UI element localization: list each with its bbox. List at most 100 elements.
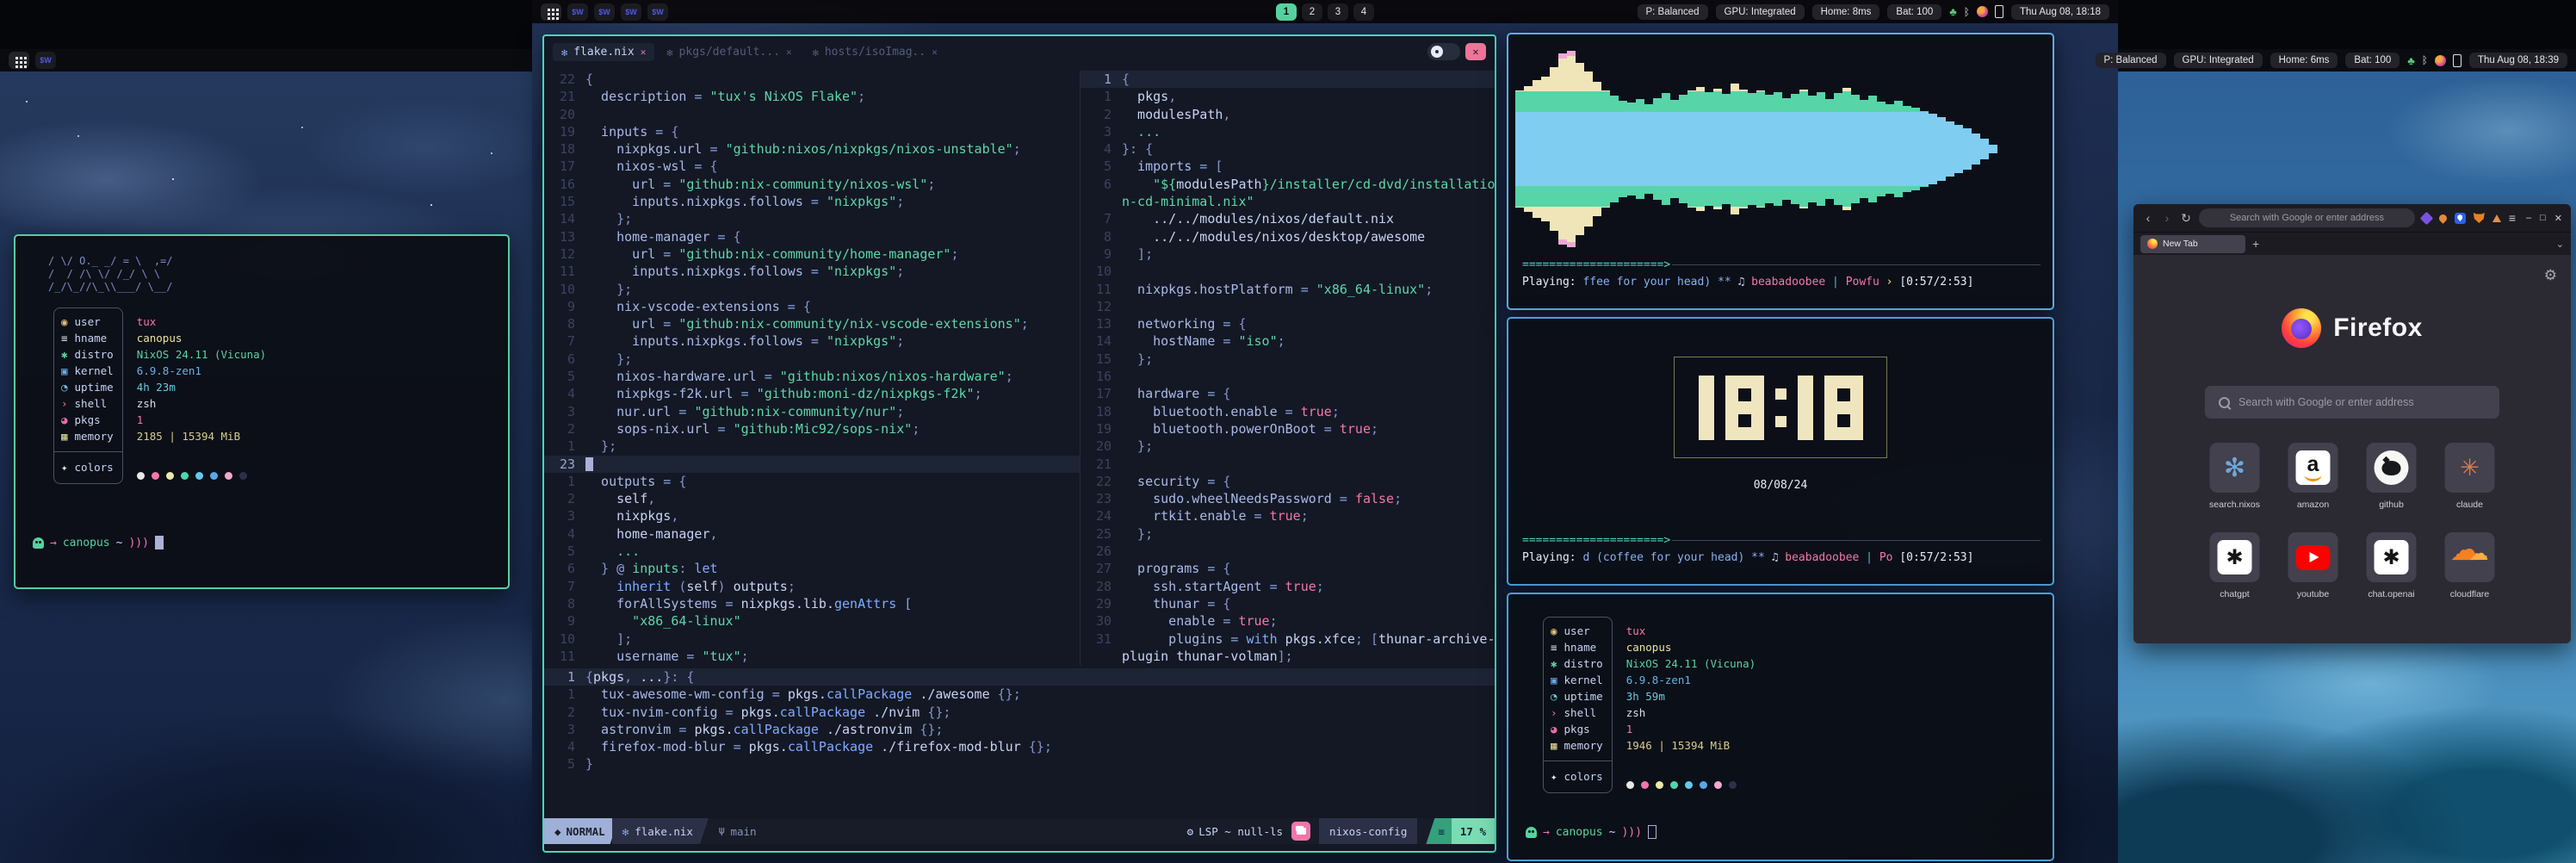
open-window-icon[interactable]: $W [594, 3, 615, 21]
buffer-pkgs-default[interactable]: 1{pkgs, ...}: {1 tux-awesome-wm-config =… [544, 668, 1495, 773]
gear-icon[interactable]: ⚙ [2544, 267, 2557, 284]
visualizer-bar [1937, 117, 1946, 180]
visualizer-bar [1860, 100, 1868, 198]
shell-prompt[interactable]: → canopus ~ ))) [1526, 825, 1656, 839]
speed-dial-chat-openai[interactable]: chat.openai [2365, 532, 2418, 599]
extension-icon-purple[interactable] [2420, 211, 2434, 225]
new-tab-button[interactable]: + [2252, 237, 2259, 251]
code-line: 20 }; [1081, 438, 1495, 455]
fetch-label: pkgs [1564, 721, 1590, 737]
bitwarden-icon[interactable] [2455, 213, 2466, 224]
system-tray[interactable]: ♣ ᛒ [1949, 5, 2003, 18]
visualizer-bar [1601, 90, 1610, 208]
terminal-window-fetch-left[interactable]: / \/ O._ _/ = \ ,=// / /\ \/ /_/ \ \/_/\… [14, 234, 510, 589]
tab-close-icon[interactable]: ✕ [932, 47, 938, 58]
code-line: 5 ... [544, 543, 1080, 560]
list-tabs-button[interactable]: ⌄ [2556, 239, 2564, 250]
now-playing: Playing: ffee for your head) ** ♫ beabad… [1522, 276, 2040, 289]
fetch-value-pkgs: 1 [137, 412, 267, 428]
tab-new-tab[interactable]: New Tab [2140, 235, 2245, 253]
code-line: 12 [1081, 298, 1495, 315]
forward-button[interactable]: › [2161, 211, 2173, 225]
fetch-value-kernel: 6.9.8-zen1 [137, 363, 267, 379]
speed-dial-amazon[interactable]: amazon [2287, 443, 2340, 510]
code-line: 7 ../../modules/nixos/default.nix [1081, 210, 1495, 227]
open-window-icon[interactable]: $W [621, 3, 641, 21]
speed-dial-search-nixos[interactable]: search.nixos [2208, 443, 2262, 510]
speed-dial-github[interactable]: github [2365, 443, 2418, 510]
launcher-button[interactable] [541, 3, 561, 21]
code-line: 17 nixos-wsl = { [544, 158, 1080, 175]
terminal-window-fetch-right[interactable]: ◉user≡hname✱distro▣kernel◔uptime›shell◕p… [1507, 593, 2054, 861]
window-close-button[interactable]: ✕ [1465, 43, 1486, 60]
fetch-label-row: ›shell [1551, 705, 1603, 721]
open-window-icon[interactable]: $W [35, 52, 56, 69]
editor-tab-pkgs-default-[interactable]: ✻pkgs/default...✕ [658, 43, 800, 61]
minimize-button[interactable]: – [2526, 213, 2531, 223]
launcher-button[interactable] [9, 52, 29, 69]
reload-button[interactable]: ↻ [2180, 211, 2192, 226]
ghost-icon [1526, 827, 1537, 838]
buffer-flake-nix[interactable]: 22{21 description = "tux's NixOS Flake";… [544, 71, 1080, 666]
color-dot [1700, 781, 1707, 789]
url-bar[interactable]: Search with Google or enter address [2199, 208, 2415, 227]
workspace-button-3[interactable]: 3 [1328, 3, 1348, 21]
code-line: 13 home-manager = { [544, 228, 1080, 245]
vim-icon: ◆ [554, 825, 561, 838]
color-dot [225, 472, 232, 480]
visualizer-bar [1610, 96, 1619, 202]
visualizer-bar [1946, 121, 1954, 177]
open-window-icon[interactable]: $W [567, 3, 588, 21]
menu-button[interactable]: ≡ [2509, 211, 2516, 225]
maximize-button[interactable]: □ [2540, 213, 2546, 223]
speed-dial-claude[interactable]: claude [2443, 443, 2497, 510]
color-dot [195, 472, 203, 480]
workspace-button-4[interactable]: 4 [1353, 3, 1374, 21]
buffer-iso-image[interactable]: 1{1 pkgs,2 modulesPath,3 ...4}: {5 impor… [1081, 71, 1495, 666]
back-button[interactable]: ‹ [2142, 211, 2154, 225]
firefox-logo [2282, 308, 2321, 348]
clock-pill: Thu Aug 08, 18:39 [2469, 53, 2567, 68]
distro-icon: ✱ [61, 346, 68, 363]
color-dot [1670, 781, 1678, 789]
code-line: 24 rtkit.enable = true; [1081, 507, 1495, 525]
visualizer-bar [1696, 87, 1705, 212]
terminal-window-cava[interactable]: =====================> Playing: ffee for… [1507, 33, 2054, 310]
terminal-window-clock[interactable]: 08/08/24 =====================> Playing:… [1507, 317, 2054, 586]
tab-close-icon[interactable]: ✕ [786, 47, 792, 58]
close-button[interactable]: ✕ [2554, 213, 2562, 224]
metamask-icon[interactable] [2474, 213, 2485, 223]
speed-dial-chatgpt[interactable]: chatgpt [2208, 532, 2262, 599]
phone-icon [2453, 54, 2461, 67]
fetch-label: shell [75, 395, 108, 412]
extension-icon-orange[interactable] [2437, 213, 2449, 224]
editor-tab-hosts-isoImag-[interactable]: ✻hosts/isoImag..✕ [804, 43, 946, 61]
workspace-button-2[interactable]: 2 [1302, 3, 1322, 21]
system-tray[interactable]: ♣ ᛒ [2407, 54, 2461, 67]
code-line: 18 bluetooth.enable = true; [1081, 403, 1495, 420]
code-line: 11 inputs.nixpkgs.follows = "nixpkgs"; [544, 263, 1080, 280]
editor-tab-flake-nix[interactable]: ✻flake.nix✕ [553, 43, 654, 61]
ghost-icon [33, 537, 44, 549]
code-line: 7 inherit (self) outputs; [544, 578, 1080, 595]
flask-extension-icon[interactable] [2492, 214, 2501, 222]
system-fetch: ◉user≡hname✱distro▣kernel◔uptime›shell◕p… [53, 307, 508, 484]
search-input[interactable]: Search with Google or enter address [2205, 386, 2499, 419]
open-window-icon[interactable]: $W [647, 3, 668, 21]
shell-prompt[interactable]: → canopus ~ ))) [33, 536, 164, 549]
pin-toggle-button[interactable] [1427, 43, 1460, 60]
speed-dial-cloudflare[interactable]: cloudflare [2443, 532, 2497, 599]
network-icon: ♣ [1949, 5, 1957, 18]
fetch-label: memory [1564, 737, 1603, 754]
tab-close-icon[interactable]: ✕ [641, 47, 647, 58]
firefox-window[interactable]: ‹ › ↻ Search with Google or enter addres… [2133, 204, 2571, 643]
fetch-label: pkgs [75, 412, 101, 428]
user-icon: ◉ [1551, 623, 1557, 639]
status-pill: GPU: Integrated [1716, 4, 1805, 20]
color-dot [210, 472, 218, 480]
workspace-button-1[interactable]: 1 [1276, 3, 1297, 21]
status-pill: Bat: 100 [1887, 4, 1941, 20]
speed-dial-youtube[interactable]: youtube [2287, 532, 2340, 599]
neovim-window[interactable]: ✻flake.nix✕✻pkgs/default...✕✻hosts/isoIm… [542, 34, 1496, 853]
fetch-label-row: ≡hname [1551, 639, 1603, 655]
